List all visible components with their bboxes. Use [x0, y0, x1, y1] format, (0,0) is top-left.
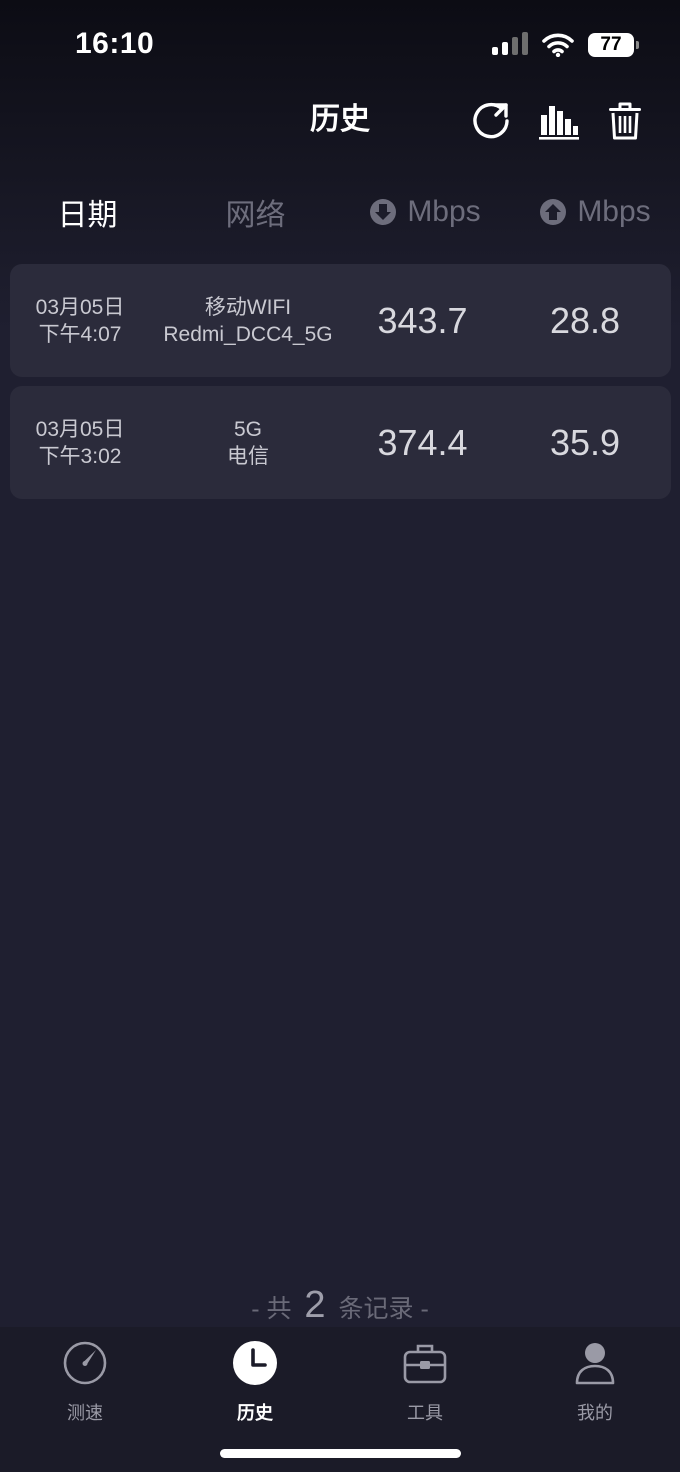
tab-tools[interactable]: 工具 [340, 1337, 510, 1427]
record-count-number: 2 [304, 1284, 326, 1326]
record-count-suffix: 条记录 - [338, 1295, 429, 1323]
download-arrow-icon [370, 199, 397, 225]
tab-label: 历史 [237, 1403, 273, 1423]
user-icon [575, 1343, 615, 1385]
tab-history[interactable]: 历史 [170, 1337, 340, 1427]
column-header: 日期 网络 Mbps Mbps [0, 188, 680, 236]
download-unit-label: Mbps [407, 195, 481, 228]
column-network-tab[interactable]: 网络 [178, 188, 333, 236]
chart-button[interactable] [538, 100, 580, 142]
record-network-name: Redmi_DCC4_5G [163, 322, 333, 346]
record-datetime: 03月05日 下午4:07 [10, 264, 150, 377]
toolbox-icon [403, 1344, 447, 1384]
wifi-icon [542, 33, 574, 57]
battery-indicator: 77 [588, 33, 639, 57]
status-time: 16:10 [75, 27, 155, 60]
home-indicator[interactable] [220, 1449, 461, 1458]
record-network-type: 5G [233, 417, 262, 441]
record-upload-speed: 28.8 [549, 299, 621, 341]
record-row[interactable]: 03月05日 下午3:02 5G 电信 374.4 35.9 [10, 386, 671, 499]
status-icons: 77 [492, 32, 639, 58]
record-download-speed: 374.4 [377, 421, 468, 463]
column-download-tab[interactable]: Mbps [350, 188, 500, 236]
tab-speedtest[interactable]: 测速 [0, 1337, 170, 1427]
record-list: 03月05日 下午4:07 移动WIFI Redmi_DCC4_5G 343.7… [10, 264, 671, 508]
refresh-icon [473, 102, 509, 139]
tab-label: 工具 [407, 1403, 443, 1423]
column-upload-tab[interactable]: Mbps [520, 188, 670, 236]
upload-unit-label: Mbps [577, 195, 651, 228]
tab-label: 测速 [67, 1403, 103, 1423]
record-time: 下午4:07 [38, 322, 122, 346]
record-datetime: 03月05日 下午3:02 [10, 386, 150, 499]
speedometer-icon [63, 1341, 107, 1385]
record-network: 移动WIFI Redmi_DCC4_5G [155, 264, 341, 377]
column-date-tab[interactable]: 日期 [10, 188, 165, 236]
refresh-button[interactable] [470, 100, 512, 142]
record-row[interactable]: 03月05日 下午4:07 移动WIFI Redmi_DCC4_5G 343.7… [10, 264, 671, 377]
tab-label: 我的 [577, 1403, 613, 1423]
record-upload-speed: 35.9 [549, 421, 621, 463]
record-count: - 共 2 条记录 - [0, 1282, 680, 1332]
record-download-speed: 343.7 [377, 299, 468, 341]
record-date: 03月05日 [35, 417, 125, 441]
record-network: 5G 电信 [155, 386, 341, 499]
trash-icon [609, 102, 641, 140]
tab-profile[interactable]: 我的 [510, 1337, 680, 1427]
delete-button[interactable] [604, 100, 646, 142]
record-date: 03月05日 [35, 295, 125, 319]
record-time: 下午3:02 [38, 444, 122, 468]
record-network-name: 电信 [227, 444, 269, 468]
upload-arrow-icon [540, 199, 567, 225]
bar-chart-icon [539, 106, 579, 140]
cellular-signal-icon [492, 32, 528, 57]
record-count-prefix: - 共 [251, 1295, 292, 1323]
record-network-type: 移动WIFI [204, 295, 292, 319]
history-screen: 16:10 77 历史 日期 网络 Mbps Mbps 03月05日 下午4:0… [0, 0, 680, 1472]
clock-icon [233, 1341, 277, 1385]
status-bar: 16:10 77 [0, 0, 680, 90]
